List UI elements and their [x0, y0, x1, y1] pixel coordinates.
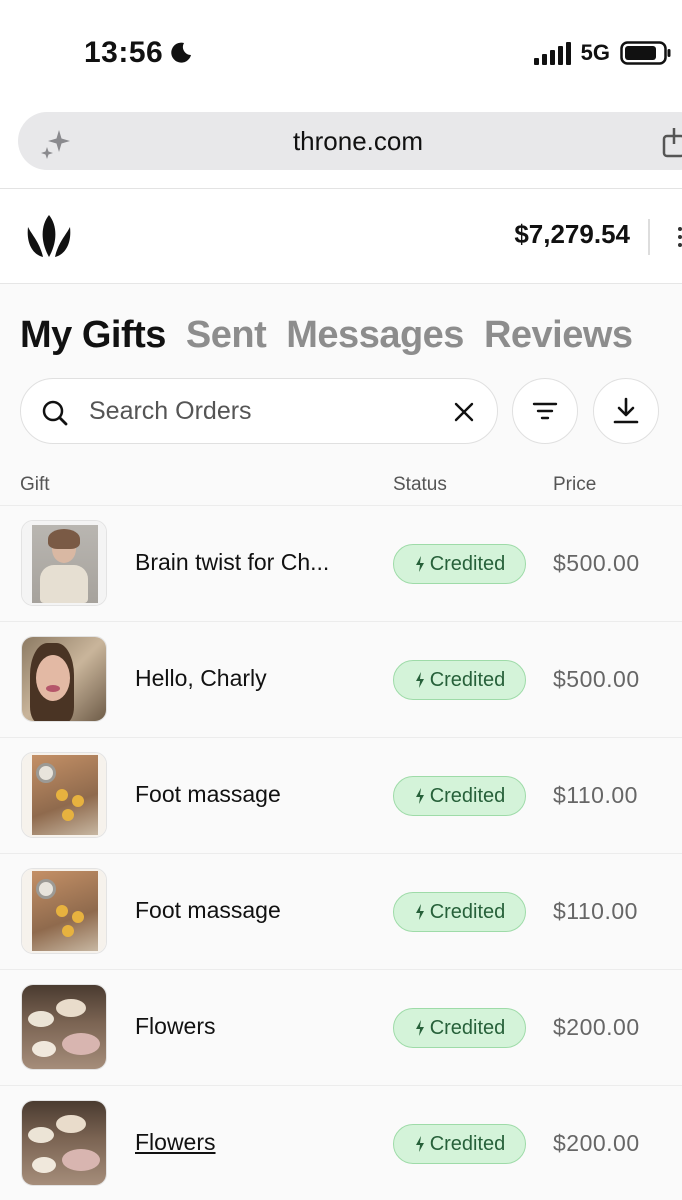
column-header-status[interactable]: Status	[393, 474, 447, 496]
gift-thumbnail[interactable]	[21, 984, 107, 1070]
tab-sent[interactable]: Sent	[186, 314, 267, 357]
status-text: Credited	[429, 668, 506, 691]
gift-thumbnail[interactable]	[21, 1100, 107, 1186]
throne-crown-logo[interactable]	[22, 213, 76, 259]
gift-price: $110.00	[553, 898, 638, 924]
moon-icon	[171, 42, 192, 63]
download-button[interactable]	[593, 378, 659, 444]
header-divider	[648, 219, 650, 255]
gift-price: $500.00	[553, 550, 640, 576]
gift-thumbnail[interactable]	[21, 520, 107, 606]
search-input[interactable]	[89, 391, 429, 431]
bolt-icon	[415, 556, 424, 572]
wallet-balance[interactable]: $7,279.54	[514, 219, 630, 250]
tab-messages[interactable]: Messages	[286, 314, 464, 357]
status-text: Credited	[429, 1132, 506, 1155]
gift-price: $110.00	[553, 782, 638, 808]
download-icon	[613, 397, 639, 424]
tab-reviews[interactable]: Reviews	[484, 314, 633, 357]
gift-name[interactable]: Brain twist for Ch...	[135, 549, 329, 576]
status-badge: Credited	[393, 776, 526, 816]
status-text: Credited	[429, 552, 506, 575]
table-row[interactable]: Hello, Charly Credited $500.00	[0, 621, 682, 737]
status-indicators: 5G	[533, 40, 672, 66]
gift-name[interactable]: Foot massage	[135, 897, 281, 924]
bolt-icon	[415, 1136, 424, 1152]
status-time: 13:56	[84, 36, 193, 70]
filter-button[interactable]	[512, 378, 578, 444]
status-badge: Credited	[393, 660, 526, 700]
tabs: My Gifts Sent Messages Reviews	[20, 314, 633, 357]
gift-price: $200.00	[553, 1014, 640, 1040]
gift-price: $500.00	[553, 666, 640, 692]
table-row[interactable]: Flowers Credited $200.00	[0, 969, 682, 1085]
table-row[interactable]: Brain twist for Ch... Credited $500.00	[0, 505, 682, 621]
column-header-price[interactable]: Price	[553, 474, 596, 496]
search-box	[20, 378, 498, 444]
menu-dots-icon[interactable]	[678, 227, 682, 247]
filter-icon	[532, 402, 558, 420]
app-header: $7,279.54	[0, 188, 682, 284]
gift-name[interactable]: Hello, Charly	[135, 665, 267, 692]
clear-icon[interactable]	[453, 401, 475, 423]
bolt-icon	[415, 904, 424, 920]
status-badge: Credited	[393, 544, 526, 584]
share-icon[interactable]	[660, 126, 682, 158]
bolt-icon	[415, 672, 424, 688]
status-text: Credited	[429, 784, 506, 807]
table-row[interactable]: Flowers Credited $200.00	[0, 1085, 682, 1200]
gift-thumbnail[interactable]	[21, 868, 107, 954]
browser-toolbar: throne.com	[0, 100, 682, 188]
status-bar: 13:56 5G	[0, 0, 682, 100]
status-text: Credited	[429, 900, 506, 923]
gift-name-link[interactable]: Flowers	[135, 1129, 216, 1156]
tab-my-gifts[interactable]: My Gifts	[20, 314, 166, 357]
status-text: Credited	[429, 1016, 506, 1039]
bolt-icon	[415, 1020, 424, 1036]
url-text[interactable]: throne.com	[18, 126, 682, 157]
gift-name[interactable]: Foot massage	[135, 781, 281, 808]
network-label: 5G	[580, 40, 610, 65]
gift-thumbnail[interactable]	[21, 636, 107, 722]
status-badge: Credited	[393, 892, 526, 932]
table-row[interactable]: Foot massage Credited $110.00	[0, 853, 682, 969]
table-row[interactable]: Foot massage Credited $110.00	[0, 737, 682, 853]
search-icon	[42, 400, 68, 426]
gift-price: $200.00	[553, 1130, 640, 1156]
battery-icon	[620, 41, 671, 65]
column-header-gift[interactable]: Gift	[20, 474, 50, 496]
clock-text: 13:56	[84, 36, 164, 69]
bolt-icon	[415, 788, 424, 804]
address-bar[interactable]: throne.com	[18, 112, 682, 170]
status-badge: Credited	[393, 1124, 526, 1164]
gift-thumbnail[interactable]	[21, 752, 107, 838]
status-badge: Credited	[393, 1008, 526, 1048]
signal-icon	[533, 41, 571, 65]
gift-name[interactable]: Flowers	[135, 1013, 216, 1040]
